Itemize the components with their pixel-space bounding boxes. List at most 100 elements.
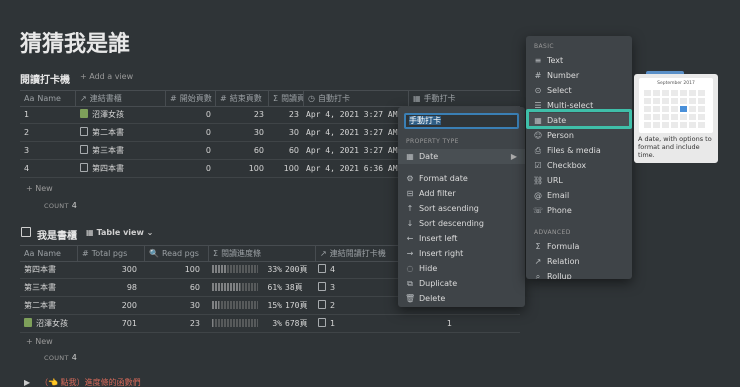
cell-relation[interactable]: 1 — [318, 315, 378, 333]
calendar-day — [671, 90, 678, 96]
property-name-input[interactable]: 手動打卡 — [404, 113, 519, 129]
type-option-phone[interactable]: ☏ Phone — [526, 203, 632, 218]
type-option-email[interactable]: @ Email — [526, 188, 632, 203]
type-option-text[interactable]: ≡ Text — [526, 53, 632, 68]
cell-start[interactable]: 0 — [165, 142, 215, 160]
cell-start[interactable]: 0 — [165, 160, 215, 178]
cell-start[interactable]: 0 — [165, 124, 215, 142]
type-option-label: Email — [547, 191, 570, 200]
cell-start[interactable]: 0 — [165, 106, 215, 124]
cell-relation[interactable]: 第四本書 — [80, 160, 165, 178]
calendar-day — [698, 114, 705, 120]
column-header[interactable]: ▦ 手動打卡 — [408, 91, 520, 107]
page-icon — [80, 127, 88, 136]
type-option-label: Files & media — [547, 146, 601, 155]
type-option-relation[interactable]: ↗ Relation — [526, 254, 632, 269]
progress-percent: 3% — [272, 319, 282, 328]
cell-relation[interactable]: 沼澤女孩 — [80, 106, 165, 124]
select-icon: ⊙ — [534, 86, 542, 95]
count-footer[interactable]: COUNT 4 — [44, 201, 77, 210]
type-option-label: Relation — [547, 257, 580, 266]
calendar-day — [671, 98, 678, 104]
column-type-icon: 🔍 — [149, 249, 159, 258]
menu-item-add-filter[interactable]: ⊟ Add filter — [398, 186, 525, 201]
cell-relation[interactable]: 3 — [318, 279, 378, 297]
cell-name[interactable]: 3 — [24, 142, 74, 160]
cell-end[interactable]: 30 — [215, 124, 268, 142]
menu-item-insert-left[interactable]: ← Insert left — [398, 231, 525, 246]
calendar-day — [653, 98, 660, 104]
property-type-select[interactable]: ▦ Date ▶ — [398, 149, 525, 164]
cell-progress: 3% 678頁 — [212, 315, 315, 333]
cell-name[interactable]: 第四本書 — [24, 261, 77, 279]
column-header[interactable]: Aa Name — [20, 91, 75, 107]
calendar-day — [662, 114, 669, 120]
type-option-formula[interactable]: Σ Formula — [526, 239, 632, 254]
cell-name[interactable]: 2 — [24, 124, 74, 142]
menu-item-insert-right[interactable]: → Insert right — [398, 246, 525, 261]
cell-read: 23 — [288, 110, 299, 119]
column-header[interactable]: ◷ 自動打卡 — [303, 91, 408, 107]
column-type-icon: # — [82, 249, 89, 258]
cell-end[interactable]: 100 — [215, 160, 268, 178]
menu-item-delete[interactable]: 🗑 Delete — [398, 291, 525, 306]
menu-item-label: Duplicate — [419, 279, 458, 288]
column-header[interactable]: # Total pgs — [77, 246, 144, 262]
advanced-section-label: ADVANCED — [534, 229, 571, 236]
calendar-day — [689, 106, 696, 112]
cell-total[interactable]: 701 — [77, 315, 141, 333]
view-switcher[interactable]: ▦ Table view ⌄ — [86, 228, 153, 237]
cell-relation[interactable]: 第二本書 — [80, 124, 165, 142]
menu-item-sort-descending[interactable]: ↓ Sort descending — [398, 216, 525, 231]
column-header[interactable]: 🔍 Read pgs — [144, 246, 208, 262]
cell-relation[interactable]: 2 — [318, 297, 378, 315]
count-footer-2[interactable]: COUNT 4 — [44, 353, 77, 362]
text-icon: ≡ — [534, 56, 542, 65]
cell-name[interactable]: 沼澤女孩 — [24, 315, 77, 333]
toggle-arrow-icon[interactable]: ▶ — [24, 378, 30, 387]
at-icon: @ — [534, 191, 542, 200]
type-option-checkbox[interactable]: ☑ Checkbox — [526, 158, 632, 173]
name-label: 第三本書 — [24, 283, 56, 292]
menu-item-duplicate[interactable]: ⧉ Duplicate — [398, 276, 525, 291]
cell-name[interactable]: 第二本書 — [24, 297, 77, 315]
menu-item-hide[interactable]: ◌ Hide — [398, 261, 525, 276]
cell-total[interactable]: 300 — [77, 261, 141, 279]
menu-item-sort-ascending[interactable]: ↑ Sort ascending — [398, 201, 525, 216]
cell-end[interactable]: 60 — [215, 142, 268, 160]
cell-end[interactable]: 23 — [215, 106, 268, 124]
column-header[interactable]: Σ閱讀頁數 — [268, 91, 303, 107]
type-option-person[interactable]: ☺ Person — [526, 128, 632, 143]
type-option-select[interactable]: ⊙ Select — [526, 83, 632, 98]
column-header[interactable]: Σ 閱讀進度條 — [208, 246, 315, 262]
cell-name[interactable]: 第三本書 — [24, 279, 77, 297]
cell-name[interactable]: 1 — [24, 106, 74, 124]
toggle-block[interactable]: ▶ （👈 點我）進度條的函數們 — [24, 377, 141, 387]
database-title-2[interactable]: 我是書櫃 — [37, 227, 77, 242]
add-view-button[interactable]: + Add a view — [80, 72, 133, 81]
column-header[interactable]: ↗ 連結書櫃 — [75, 91, 165, 107]
relation-label: 第二本書 — [92, 128, 124, 137]
database-title[interactable]: 閱讀打卡機 — [20, 71, 70, 86]
type-option-number[interactable]: # Number — [526, 68, 632, 83]
menu-item-format-date[interactable]: ⚙ Format date — [398, 171, 525, 186]
table-row[interactable]: 沼澤女孩 701 23 3% 678頁 1 1 — [20, 315, 520, 333]
column-header[interactable]: # 開始頁數 — [165, 91, 215, 107]
cell-name[interactable]: 4 — [24, 160, 74, 178]
type-option-rollup[interactable]: ⌕ Rollup — [526, 269, 632, 279]
column-header[interactable]: # 結束頁數 — [215, 91, 268, 107]
book-icon — [80, 109, 88, 118]
checkbox-icon: ☑ — [534, 161, 542, 170]
cell-total[interactable]: 98 — [77, 279, 141, 297]
type-option-files-media[interactable]: ⎙ Files & media — [526, 143, 632, 158]
column-header[interactable]: Aa Name — [20, 246, 77, 262]
cell-relation[interactable]: 第三本書 — [80, 142, 165, 160]
type-option-url[interactable]: ⛓ URL — [526, 173, 632, 188]
column-type-icon: Aa — [24, 94, 35, 103]
new-row-button[interactable]: + New — [26, 184, 53, 193]
sort-ascending-icon: ↑ — [406, 204, 414, 213]
cell-relation[interactable]: 4 — [318, 261, 378, 279]
calendar-day — [680, 122, 687, 128]
new-row-button-2[interactable]: + New — [26, 337, 53, 346]
cell-total[interactable]: 200 — [77, 297, 141, 315]
